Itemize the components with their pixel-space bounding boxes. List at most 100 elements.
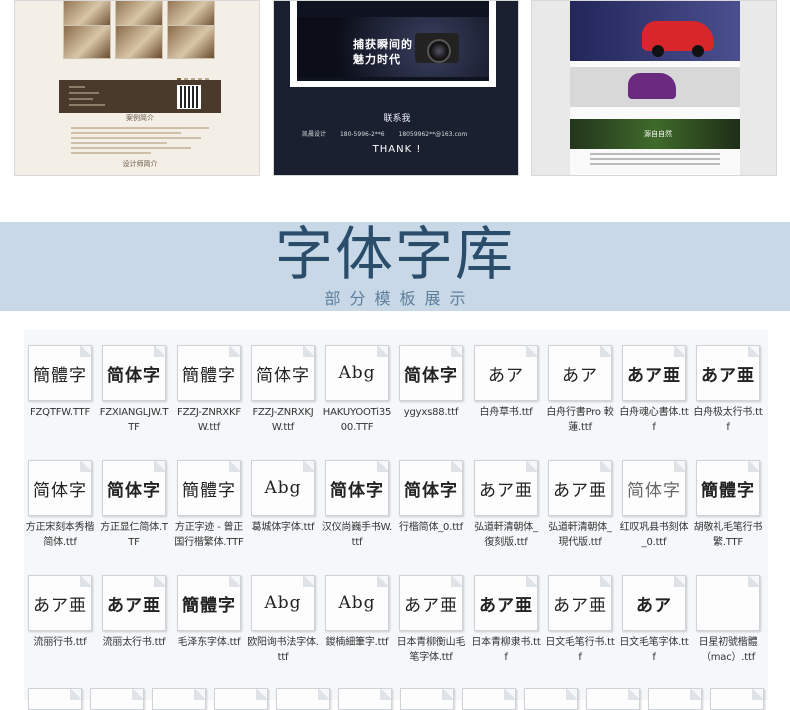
- font-file-name: 日文毛笔字体.ttf: [619, 637, 689, 663]
- font-file-item[interactable]: あア亜 日文毛笔行书.ttf: [544, 575, 616, 665]
- font-file-item[interactable]: 简体字行楷简体_0.ttf: [395, 460, 467, 535]
- font-file-icon: 簡體字: [177, 345, 241, 401]
- font-file-icon: 简体字: [251, 345, 315, 401]
- contact-title: 联系我: [383, 114, 411, 124]
- font-file-item[interactable]: あア白舟行書Pro 較蓮.ttf: [544, 345, 616, 435]
- font-file-icon[interactable]: [276, 688, 330, 710]
- font-file-item[interactable]: あア亜 弘道軒清朝体_復刻版.ttf: [470, 460, 542, 550]
- font-sample: Abg: [338, 363, 376, 383]
- font-file-name: 白舟行書Pro 較蓮.ttf: [546, 407, 614, 433]
- font-file-item[interactable]: Abg 欧阳询书法字体.ttf: [247, 575, 319, 665]
- font-file-item[interactable]: 简体字 FZXIANGLJW.TTF: [98, 345, 170, 435]
- font-file-icon[interactable]: [400, 688, 454, 710]
- font-file-item[interactable]: Abg 鍐楠細筆字.ttf: [321, 575, 393, 650]
- room-photo: [63, 25, 111, 59]
- font-file-item[interactable]: あア日文毛笔字体.ttf: [618, 575, 690, 665]
- font-file-name: FZXIANGLJW.TTF: [99, 407, 169, 433]
- qr-code: [177, 85, 201, 109]
- font-file-name: 白舟魂心書体.ttf: [619, 407, 689, 433]
- font-file-name: 日本青柳隶书.ttf: [471, 637, 541, 663]
- font-file-name: 流丽太行书.ttf: [102, 637, 166, 648]
- font-file-item[interactable]: 简体字汉仪尚巍手书W.ttf: [321, 460, 393, 550]
- font-file-item[interactable]: 简体字红叹巩县书刻体_0.ttf: [618, 460, 690, 550]
- font-file-icon[interactable]: [462, 688, 516, 710]
- font-file-icon: [696, 575, 760, 631]
- template-thumbnail-hotel[interactable]: 案例简介 设计师简介: [14, 0, 260, 176]
- font-file-item[interactable]: 简体字 ygyxs88.ttf: [395, 345, 467, 420]
- font-sample: あア亜: [479, 480, 533, 501]
- font-file-icon[interactable]: [214, 688, 268, 710]
- thanks-text: THANK !: [372, 144, 422, 155]
- font-sample: あア: [636, 595, 672, 616]
- font-file-icon: 简体字: [325, 460, 389, 516]
- font-file-item[interactable]: あア 白舟草书.ttf: [470, 345, 542, 420]
- font-file-icon: あア亜: [102, 575, 166, 631]
- font-file-item[interactable]: 日星初號楷體（mac）.ttf: [692, 575, 764, 665]
- font-sample: あア亜: [404, 595, 458, 616]
- font-file-icon[interactable]: [152, 688, 206, 710]
- font-file-item[interactable]: あア亜流丽太行书.ttf: [98, 575, 170, 650]
- font-file-item[interactable]: あア亜 弘道軒清朝体_現代版.ttf: [544, 460, 616, 550]
- font-file-icon: あア亜: [399, 575, 463, 631]
- font-file-icon: あア: [548, 345, 612, 401]
- font-file-item[interactable]: 簡體字 FZZJ-ZNRXKFW.ttf: [173, 345, 245, 435]
- font-file-icon[interactable]: [648, 688, 702, 710]
- font-file-icon: 简体字: [102, 460, 166, 516]
- font-file-icon[interactable]: [338, 688, 392, 710]
- room-photo: [167, 25, 215, 59]
- font-file-item[interactable]: Abg HAKUYOOTi3500.TTF: [321, 345, 393, 435]
- font-file-item[interactable]: あア亜日本青柳衡山毛笔字体.ttf: [395, 575, 467, 665]
- font-file-name: 日本青柳衡山毛笔字体.ttf: [396, 637, 466, 663]
- font-file-item[interactable]: あア亜流丽行书.ttf: [24, 575, 96, 650]
- font-sample: Abg: [338, 593, 376, 613]
- font-sample: 簡體字: [182, 365, 236, 386]
- font-file-icon: Abg: [251, 575, 315, 631]
- font-file-item[interactable]: 簡體字 方正字迹 - 曾正国行楷繁体.TTF: [173, 460, 245, 550]
- template-thumbnail-car[interactable]: 源自自然: [531, 0, 777, 176]
- template-thumbnail-camera[interactable]: 捕获瞬间的魅力时代 联系我 凯晨设计 180-5996-2**6 1805996…: [273, 0, 519, 176]
- font-sample: 简体字: [627, 480, 681, 501]
- banner-text: 捕获瞬间的魅力时代: [353, 38, 413, 66]
- font-file-name: 方正字迹 - 曾正国行楷繁体.TTF: [174, 522, 244, 548]
- font-sample: Abg: [264, 478, 302, 498]
- font-file-icon[interactable]: [28, 688, 82, 710]
- footer-band: [59, 80, 221, 113]
- font-sample: 简体字: [404, 365, 458, 386]
- font-sample: あア亜: [33, 595, 87, 616]
- font-file-icon: 简体字: [399, 345, 463, 401]
- font-file-item[interactable]: 简体字 方正宋刻本秀楷简体.ttf: [24, 460, 96, 550]
- font-file-name: 行楷简体_0.ttf: [399, 522, 463, 533]
- font-file-icon[interactable]: [586, 688, 640, 710]
- font-file-item[interactable]: 簡體字 FZQTFW.TTF: [24, 345, 96, 420]
- font-sample: 簡體字: [33, 365, 87, 386]
- font-file-name: 汉仪尚巍手书W.ttf: [321, 522, 393, 548]
- font-file-name: 日星初號楷體（mac）.ttf: [698, 637, 758, 663]
- font-file-icon[interactable]: [90, 688, 144, 710]
- font-file-item[interactable]: 簡體字 胡敬礼毛笔行书繁.TTF: [692, 460, 764, 550]
- font-file-name: 方正显仁简体.TTF: [100, 522, 168, 548]
- font-file-item[interactable]: 简体字方正显仁简体.TTF: [98, 460, 170, 550]
- font-sample: あア亜: [479, 595, 533, 616]
- font-file-icon[interactable]: [710, 688, 764, 710]
- font-sample: あア亜: [553, 480, 607, 501]
- font-file-name: 白舟极太行书.ttf: [693, 407, 763, 433]
- font-file-icon: あア亜: [474, 460, 538, 516]
- font-file-item[interactable]: 簡體字 毛泽东字体.ttf: [173, 575, 245, 650]
- font-file-name: 红叹巩县书刻体_0.ttf: [619, 522, 689, 548]
- font-file-name: FZQTFW.TTF: [29, 407, 91, 418]
- section-subtitle: 部分模板展示: [324, 289, 475, 308]
- font-file-item[interactable]: Abg 葛城体字体.ttf: [247, 460, 319, 535]
- font-file-name: 流丽行书.ttf: [33, 637, 87, 648]
- font-file-icon[interactable]: [524, 688, 578, 710]
- font-file-icon: あア亜: [28, 575, 92, 631]
- font-file-name: 日文毛笔行书.ttf: [545, 637, 615, 663]
- font-file-name: ygyxs88.ttf: [403, 407, 459, 418]
- font-sample: 简体字: [404, 480, 458, 501]
- font-file-item[interactable]: あア亜白舟魂心書体.ttf: [618, 345, 690, 435]
- font-sample: 简体字: [33, 480, 87, 501]
- font-file-item[interactable]: あア亜日本青柳隶书.ttf: [470, 575, 542, 665]
- font-file-item[interactable]: あア亜 白舟极太行书.ttf: [692, 345, 764, 435]
- font-file-item[interactable]: 简体字 FZZJ-ZNRXKJW.ttf: [247, 345, 319, 435]
- font-file-name: HAKUYOOTi3500.TTF: [322, 407, 392, 433]
- font-sample: あア亜: [627, 365, 681, 386]
